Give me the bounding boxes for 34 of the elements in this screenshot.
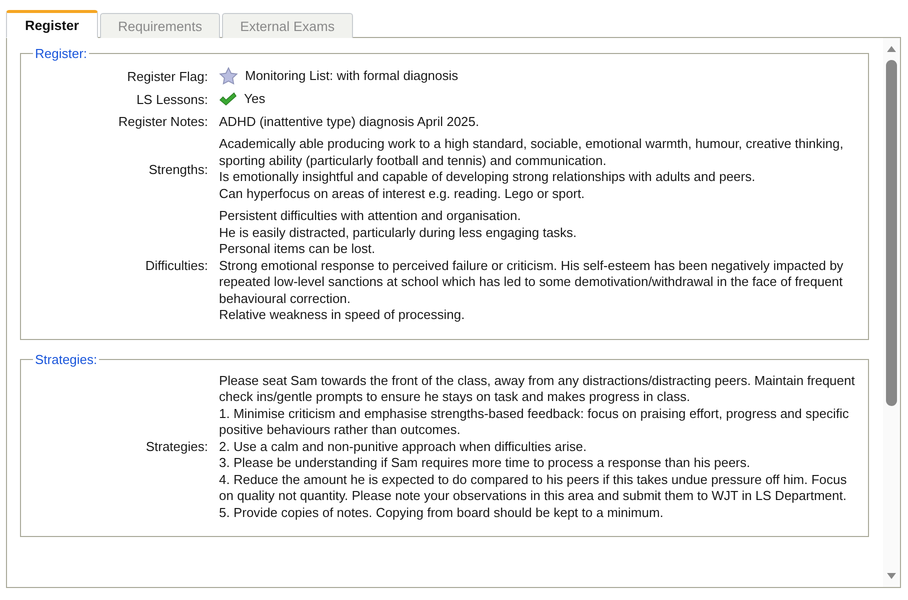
scroll-up-icon[interactable] <box>887 46 896 52</box>
scrollbar[interactable] <box>883 38 900 587</box>
field-value: 5. Provide copies of notes. Copying from board should be kept to a minimum. <box>219 504 664 521</box>
field-label: Strategies: <box>144 439 209 454</box>
field-value: Please seat Sam towards the front of the class, away from any distractions/distracting peers. Maintain frequent check ins/gentle prompts to ensure he stays on task and makes progress in class. <box>219 372 856 406</box>
field-value: Strong emotional response to perceived failure or criticism. His self-esteem has been negatively impacted by repeated low-level sanctions at school which has led to some demotivation/withdrawal in the face of frequent behavioural correction. <box>219 258 844 307</box>
field-value: 2. Use a calm and non-punitive approach when difficulties arise. <box>219 438 588 455</box>
field-value: 3. Please be understanding if Sam requires more time to process a response than his peers. <box>219 455 752 472</box>
field-label: Strengths: <box>148 162 209 176</box>
field-label: Register Notes: <box>117 114 209 130</box>
field-value: 1. Minimise criticism and emphasise strengths-based feedback: focus on praising effort, progress and specific positive behaviours rather than outcomes. <box>219 406 850 438</box>
scroll-down-icon[interactable] <box>887 573 896 579</box>
field-value: Academically able producing work to a high standard, sociable, emotional warmth, humour, creative thinking, sporting ability (particularly football and tennis) and communication. <box>219 136 844 169</box>
section-title: Strategies: <box>34 352 98 366</box>
section-title: Register: <box>34 46 88 61</box>
tab[interactable]: Requirements <box>100 13 220 38</box>
field-value: Monitoring List: with formal diagnosis <box>245 68 458 84</box>
tab[interactable]: Register <box>6 10 98 38</box>
star-icon <box>219 67 238 85</box>
checkmark-icon <box>219 92 237 107</box>
field-value: Yes <box>244 91 266 108</box>
scroll-thumb[interactable] <box>886 60 897 406</box>
field-label: Difficulties: <box>144 258 209 274</box>
field-label: LS Lessons: <box>135 92 209 107</box>
field-label: Register Flag: <box>126 68 209 84</box>
field-value: Relative weakness in speed of processing. <box>219 307 466 324</box>
field-value: 4. Reduce the amount he is expected to do compared to his peers if this takes undue pressure off him. Focus on quality not quantity. Please note your observations in this area and submit them to WJT in LS Department. <box>219 472 848 504</box>
field-value: Personal items can be lost. <box>219 241 376 258</box>
tab[interactable]: External Exams <box>222 13 353 38</box>
field-value: He is easily distracted, particularly during less engaging tasks. <box>219 224 578 241</box>
field-value: Can hyperfocus on areas of interest e.g. reading. Lego or sport. <box>219 186 586 202</box>
field-value: Persistent difficulties with attention and organisation. <box>219 208 522 224</box>
field-value: ADHD (inattentive type) diagnosis April 2025. <box>219 114 480 130</box>
field-value: Is emotionally insightful and capable of developing strong relationships with adults and peers. <box>219 169 756 186</box>
